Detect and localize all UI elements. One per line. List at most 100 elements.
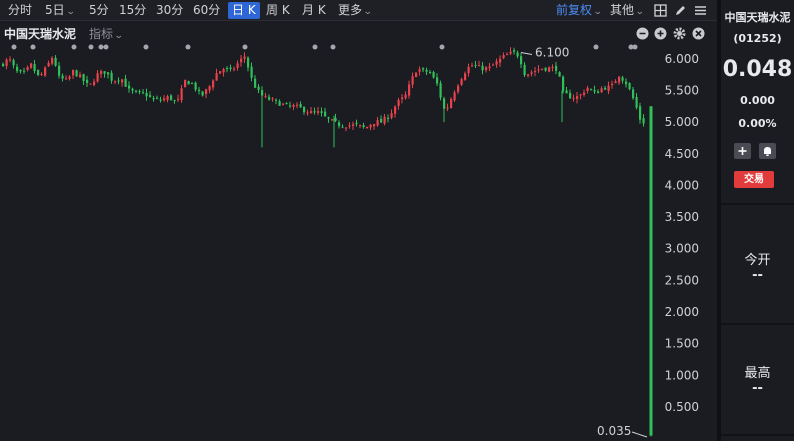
- y-tick-label: 1.000: [665, 368, 699, 382]
- candle-body: [390, 113, 393, 118]
- candle-body: [506, 54, 509, 56]
- other-menu-label: 其他: [610, 3, 635, 17]
- y-tick-label: 5.500: [665, 83, 699, 97]
- candle-body: [551, 66, 554, 69]
- candle-body: [467, 66, 470, 74]
- price-alert-button[interactable]: [759, 143, 776, 159]
- candle-body: [415, 72, 418, 78]
- tab-15min[interactable]: 15分: [119, 2, 146, 19]
- candle-body: [516, 52, 519, 57]
- candle-body: [173, 100, 176, 102]
- add-icon[interactable]: [654, 27, 667, 40]
- chart-header: 中国天瑞水泥 指标⌄: [0, 22, 717, 42]
- candle-body: [26, 67, 29, 71]
- candle-body: [527, 74, 530, 76]
- candle-body: [306, 112, 309, 114]
- candle-body: [341, 126, 344, 128]
- candle-body: [534, 71, 537, 73]
- tab-60min[interactable]: 60分: [193, 2, 220, 19]
- min-price-pointer: [631, 431, 648, 438]
- candlestick-chart[interactable]: 6.000 5.500 5.000 4.500 4.000 3.500 3.000 2.500…: [0, 42, 717, 441]
- candle-body: [310, 111, 313, 114]
- candle-body: [282, 103, 285, 105]
- candle-body: [450, 98, 453, 108]
- candle-body: [383, 116, 386, 124]
- event-marker-dot: [30, 44, 36, 50]
- minimize-icon[interactable]: [636, 27, 649, 40]
- adjust-menu[interactable]: 前复权⌄: [556, 2, 603, 19]
- candle-body: [194, 82, 197, 90]
- candle-body: [635, 96, 638, 108]
- add-watchlist-button[interactable]: [734, 143, 751, 159]
- y-tick-label: 2.000: [665, 305, 699, 319]
- candle-body: [89, 83, 92, 85]
- candle-body: [75, 70, 78, 77]
- candle-body: [159, 99, 162, 101]
- settings-list-icon[interactable]: [694, 4, 707, 17]
- event-marker-dot: [242, 44, 248, 50]
- more-menu[interactable]: 更多⌄: [338, 2, 373, 19]
- candle-body: [355, 122, 358, 124]
- candle-body: [145, 93, 148, 97]
- candle-body: [537, 69, 540, 71]
- grid-layout-icon[interactable]: [654, 4, 667, 17]
- candle-body: [285, 103, 288, 105]
- chevron-down-icon: ⌄: [362, 7, 373, 17]
- candle-body: [429, 72, 432, 74]
- candle-body: [124, 78, 127, 87]
- candle-body: [156, 97, 159, 99]
- candle-body: [376, 120, 379, 126]
- indicator-menu[interactable]: 指标⌄: [89, 25, 124, 42]
- candle-body: [275, 99, 278, 101]
- candle-body: [236, 63, 239, 68]
- tab-weekly-k[interactable]: 周 K: [266, 2, 290, 19]
- candle-body: [324, 111, 327, 117]
- candle-body: [604, 87, 607, 90]
- candle-body: [502, 55, 505, 59]
- tab-30min[interactable]: 30分: [156, 2, 183, 19]
- candle-body: [513, 50, 516, 52]
- draw-pen-icon[interactable]: [674, 4, 687, 17]
- candle-body: [219, 71, 222, 74]
- y-tick-label: 0.500: [665, 400, 699, 414]
- candle-body: [632, 89, 635, 99]
- candle-body: [247, 57, 250, 68]
- candle-body: [19, 69, 22, 72]
- candle-body: [499, 58, 502, 63]
- max-price-label: 6.100: [535, 45, 569, 59]
- trade-button[interactable]: 交易: [734, 171, 774, 188]
- candle-body: [138, 91, 141, 93]
- min-price-label: 0.035: [597, 424, 631, 438]
- candle-body: [439, 83, 442, 98]
- candle-body: [397, 100, 400, 106]
- candle-body: [425, 69, 428, 72]
- candle-body: [562, 76, 565, 92]
- other-menu[interactable]: 其他⌄: [610, 2, 645, 19]
- candle-body: [593, 90, 596, 92]
- candle-body: [436, 77, 439, 84]
- tab-daily-k[interactable]: 日 K: [228, 2, 260, 19]
- high-label: 最高: [744, 366, 771, 381]
- candle-body: [86, 79, 89, 83]
- candle-body: [474, 64, 477, 66]
- candle-body: [44, 67, 47, 76]
- candle-body: [250, 66, 253, 78]
- period-toolbar: 分时 5日⌄ 5分 15分 30分 60分 日 K 周 K 月 K 更多⌄ 前复…: [0, 0, 717, 21]
- candle-body: [348, 125, 351, 127]
- candle-body: [261, 90, 264, 96]
- candle-body: [345, 127, 348, 129]
- candle-body: [264, 95, 267, 97]
- candle-body: [243, 56, 246, 59]
- candle-body: [387, 117, 390, 119]
- chevron-down-icon: ⌄: [634, 7, 645, 17]
- candle-body: [569, 92, 572, 99]
- close-icon[interactable]: [692, 27, 705, 40]
- high-value: --: [752, 381, 763, 396]
- tab-five-day[interactable]: 5日⌄: [45, 2, 75, 19]
- stock-name: 中国天瑞水泥: [4, 27, 77, 41]
- tab-monthly-k[interactable]: 月 K: [302, 2, 326, 19]
- gear-icon[interactable]: [673, 27, 686, 40]
- tab-intraday[interactable]: 分时: [8, 2, 32, 19]
- tab-5min[interactable]: 5分: [89, 2, 109, 19]
- candle-body: [313, 111, 316, 113]
